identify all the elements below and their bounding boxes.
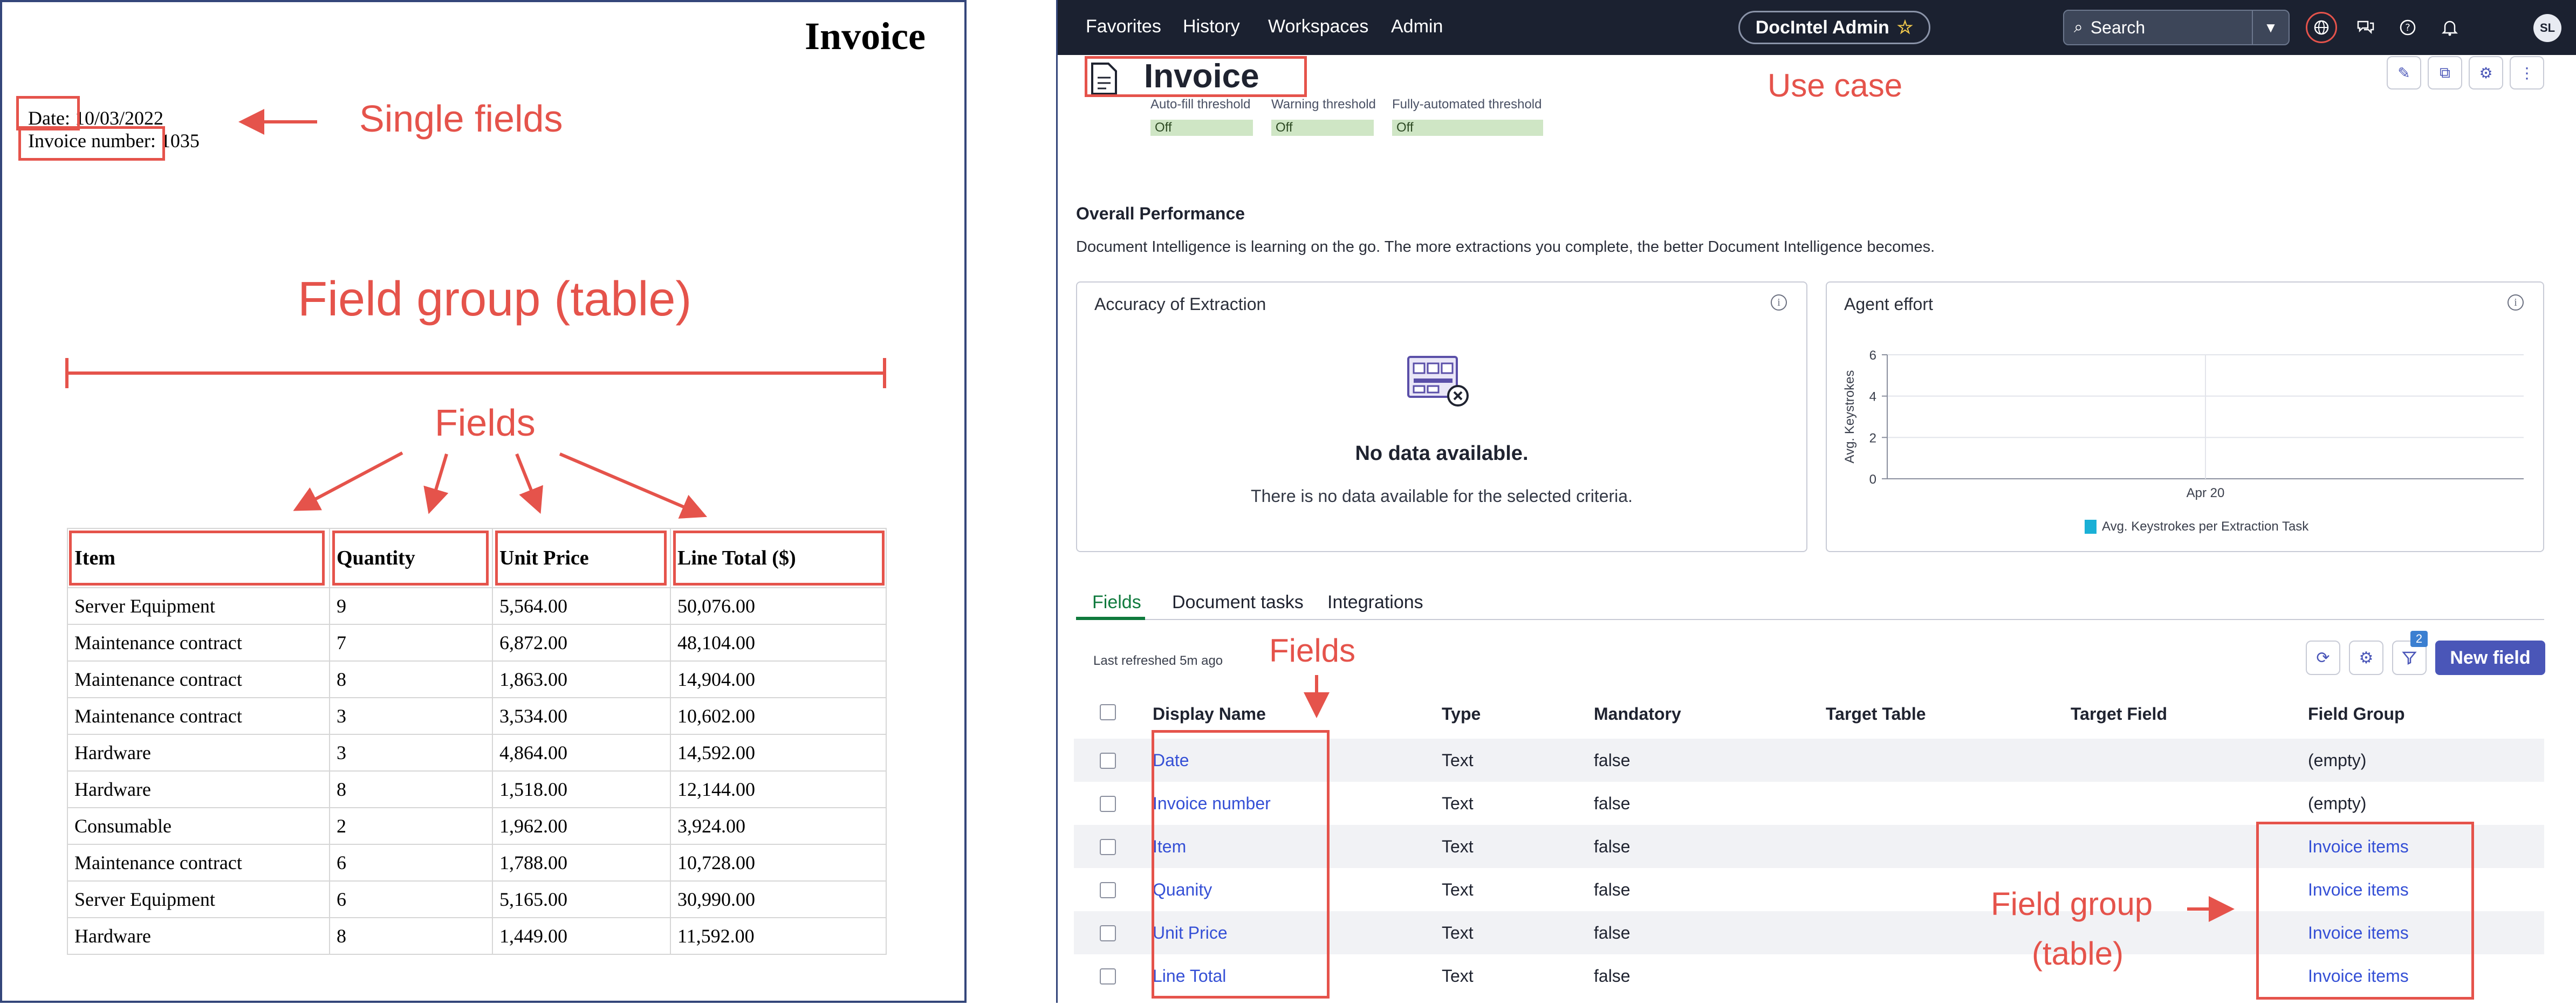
invoice-table-row: Maintenance contract 8 1,863.00 14,904.00 <box>67 660 887 698</box>
cell-quantity: 3 <box>329 734 493 772</box>
invoice-table-row: Hardware 8 1,449.00 11,592.00 <box>67 917 887 955</box>
cell-item: Server Equipment <box>67 880 330 918</box>
cell-unit-price: 1,449.00 <box>492 917 671 955</box>
cell-item: Hardware <box>67 770 330 808</box>
cell-line-total: 10,602.00 <box>670 697 887 735</box>
invoice-table-row: Maintenance contract 7 6,872.00 48,104.00 <box>67 624 887 662</box>
arrow-field-line-total <box>559 452 708 519</box>
cell-unit-price: 3,534.00 <box>492 697 671 735</box>
cell-unit-price: 4,864.00 <box>492 734 671 772</box>
invoice-table-row: Hardware 8 1,518.00 12,144.00 <box>67 770 887 808</box>
invoice-line-items-table: Item Quantity Unit Price Line Total ($) … <box>67 528 887 955</box>
unit-price-header-box <box>495 531 667 586</box>
invoice-table-row: Maintenance contract 6 1,788.00 10,728.00 <box>67 844 887 882</box>
invoice-table-row: Hardware 3 4,864.00 14,592.00 <box>67 734 887 772</box>
cell-item: Hardware <box>67 917 330 955</box>
cell-line-total: 50,076.00 <box>670 587 887 625</box>
cell-quantity: 9 <box>329 587 493 625</box>
cell-item: Server Equipment <box>67 587 330 625</box>
cell-line-total: 48,104.00 <box>670 624 887 662</box>
cell-unit-price: 1,788.00 <box>492 844 671 882</box>
line-total-header-box <box>673 531 885 586</box>
cell-quantity: 8 <box>329 660 493 698</box>
cell-line-total: 14,592.00 <box>670 734 887 772</box>
cell-item: Hardware <box>67 734 330 772</box>
cell-item: Consumable <box>67 807 330 845</box>
cell-quantity: 6 <box>329 880 493 918</box>
docintel-app-window: Favorites History Workspaces Admin DocIn… <box>1056 0 2576 1003</box>
invoice-table-row: Server Equipment 6 5,165.00 30,990.00 <box>67 880 887 918</box>
cell-line-total: 11,592.00 <box>670 917 887 955</box>
cell-line-total: 10,728.00 <box>670 844 887 882</box>
annotation-arrows-app <box>1304 675 2235 922</box>
cell-unit-price: 1,863.00 <box>492 660 671 698</box>
cell-quantity: 8 <box>329 770 493 808</box>
quantity-header-box <box>332 531 489 586</box>
cell-quantity: 7 <box>329 624 493 662</box>
cell-unit-price: 6,872.00 <box>492 624 671 662</box>
cell-line-total: 12,144.00 <box>670 770 887 808</box>
invoice-table-row: Consumable 2 1,962.00 3,924.00 <box>67 807 887 845</box>
invoice-table-row: Server Equipment 9 5,564.00 50,076.00 <box>67 587 887 625</box>
arrow-field-item <box>293 451 403 511</box>
item-header-box <box>69 531 325 586</box>
arrow-field-quantity <box>423 453 449 514</box>
cell-unit-price: 5,564.00 <box>492 587 671 625</box>
cell-quantity: 8 <box>329 917 493 955</box>
cell-quantity: 3 <box>329 697 493 735</box>
cell-line-total: 14,904.00 <box>670 660 887 698</box>
cell-unit-price: 1,962.00 <box>492 807 671 845</box>
cell-item: Maintenance contract <box>67 624 330 662</box>
cell-quantity: 6 <box>329 844 493 882</box>
cell-unit-price: 5,165.00 <box>492 880 671 918</box>
invoice-table-row: Maintenance contract 3 3,534.00 10,602.00 <box>67 697 887 735</box>
arrow-field-unit-price <box>515 453 543 514</box>
cell-item: Maintenance contract <box>67 697 330 735</box>
cell-quantity: 2 <box>329 807 493 845</box>
cell-item: Maintenance contract <box>67 844 330 882</box>
cell-line-total: 30,990.00 <box>670 880 887 918</box>
cell-line-total: 3,924.00 <box>670 807 887 845</box>
cell-item: Maintenance contract <box>67 660 330 698</box>
cell-unit-price: 1,518.00 <box>492 770 671 808</box>
invoice-document: Invoice Date: 10/03/2022 Invoice number:… <box>0 0 967 1003</box>
